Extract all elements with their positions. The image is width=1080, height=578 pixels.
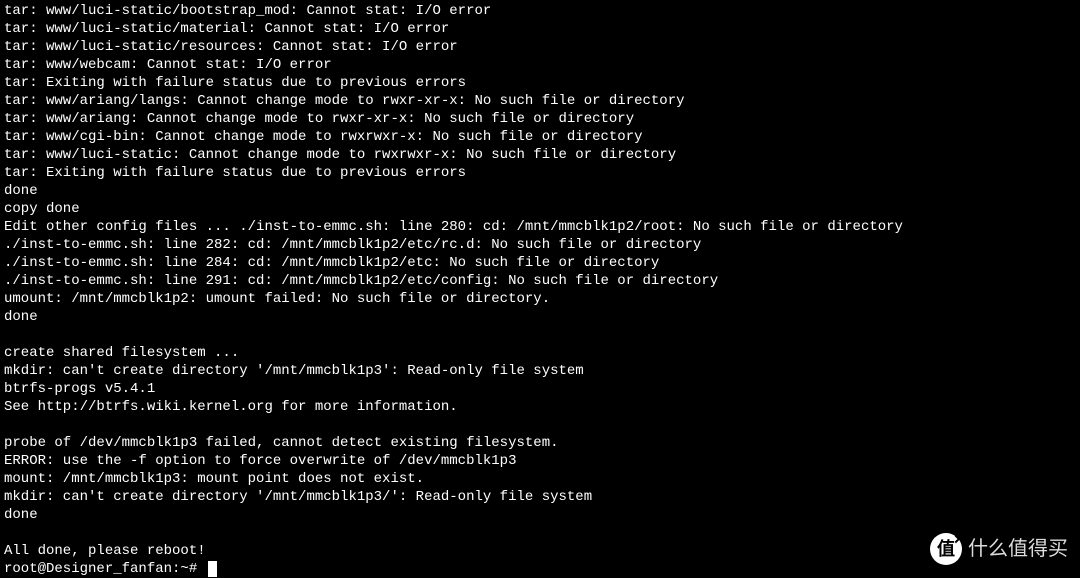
watermark-text: 什么值得买: [968, 540, 1068, 558]
terminal-line: tar: www/ariang: Cannot change mode to r…: [4, 110, 1076, 128]
terminal-line: ./inst-to-emmc.sh: line 282: cd: /mnt/mm…: [4, 236, 1076, 254]
terminal-line: See http://btrfs.wiki.kernel.org for mor…: [4, 398, 1076, 416]
terminal-line: tar: www/cgi-bin: Cannot change mode to …: [4, 128, 1076, 146]
watermark-icon: 值: [930, 533, 962, 565]
terminal-line: All done, please reboot!: [4, 542, 1076, 560]
terminal-line: probe of /dev/mmcblk1p3 failed, cannot d…: [4, 434, 1076, 452]
terminal-line: tar: www/webcam: Cannot stat: I/O error: [4, 56, 1076, 74]
terminal-line: ./inst-to-emmc.sh: line 291: cd: /mnt/mm…: [4, 272, 1076, 290]
terminal-line: tar: www/luci-static/resources: Cannot s…: [4, 38, 1076, 56]
terminal-prompt-line[interactable]: root@Designer_fanfan:~#: [4, 560, 1076, 578]
terminal-line: ERROR: use the -f option to force overwr…: [4, 452, 1076, 470]
terminal-line: Edit other config files ... ./inst-to-em…: [4, 218, 1076, 236]
terminal-line: tar: www/luci-static/material: Cannot st…: [4, 20, 1076, 38]
terminal-line: tar: www/luci-static/bootstrap_mod: Cann…: [4, 2, 1076, 20]
terminal-line: [4, 524, 1076, 542]
terminal-output: tar: www/luci-static/bootstrap_mod: Cann…: [4, 2, 1076, 560]
terminal-line: tar: www/luci-static: Cannot change mode…: [4, 146, 1076, 164]
terminal-line: create shared filesystem ...: [4, 344, 1076, 362]
terminal-line: done: [4, 308, 1076, 326]
terminal-line: mkdir: can't create directory '/mnt/mmcb…: [4, 362, 1076, 380]
terminal-line: [4, 416, 1076, 434]
terminal-line: umount: /mnt/mmcblk1p2: umount failed: N…: [4, 290, 1076, 308]
terminal-line: done: [4, 506, 1076, 524]
terminal-line: ./inst-to-emmc.sh: line 284: cd: /mnt/mm…: [4, 254, 1076, 272]
terminal-line: copy done: [4, 200, 1076, 218]
watermark: 值 什么值得买: [930, 533, 1068, 565]
terminal-line: mkdir: can't create directory '/mnt/mmcb…: [4, 488, 1076, 506]
terminal-line: tar: Exiting with failure status due to …: [4, 74, 1076, 92]
terminal-line: done: [4, 182, 1076, 200]
terminal-line: tar: Exiting with failure status due to …: [4, 164, 1076, 182]
terminal-line: mount: /mnt/mmcblk1p3: mount point does …: [4, 470, 1076, 488]
watermark-icon-text: 值: [937, 540, 955, 558]
terminal-line: tar: www/ariang/langs: Cannot change mod…: [4, 92, 1076, 110]
terminal-line: [4, 326, 1076, 344]
terminal-line: btrfs-progs v5.4.1: [4, 380, 1076, 398]
